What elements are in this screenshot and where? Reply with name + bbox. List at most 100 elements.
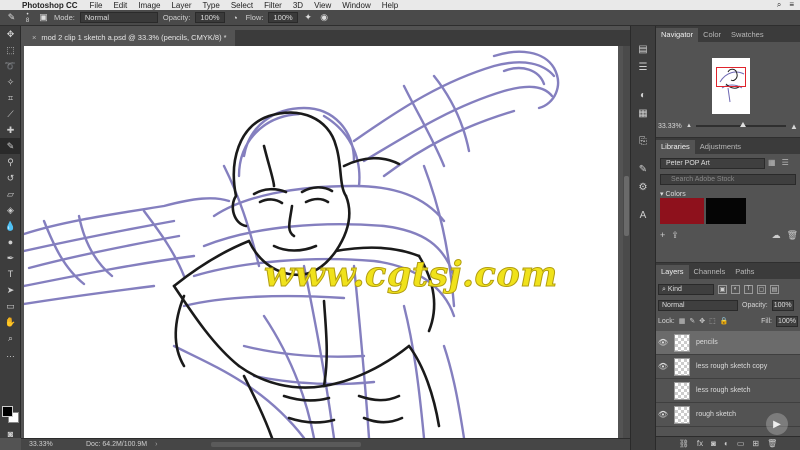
search-icon[interactable]: ⌕ (777, 0, 781, 10)
pressure-opacity-icon[interactable]: ◔ (230, 12, 241, 23)
lock-transparent-icon[interactable]: ▦ (679, 317, 686, 325)
menu-window[interactable]: Window (342, 1, 370, 10)
canvas-area[interactable]: www.cgtsj.com (21, 46, 623, 438)
brush-panel-icon[interactable]: ▣ (38, 12, 49, 23)
filter-type-icon[interactable]: T (744, 284, 753, 294)
zoom-level[interactable]: 33.33% (21, 441, 66, 448)
menu-image[interactable]: Image (138, 1, 160, 10)
opacity-field[interactable]: 100% (195, 12, 225, 23)
menu-filter[interactable]: Filter (264, 1, 282, 10)
tab-adjustments[interactable]: Adjustments (695, 140, 746, 154)
brush-tool-icon[interactable]: ✎ (6, 12, 17, 23)
lock-position-icon[interactable]: ✥ (699, 317, 705, 325)
lock-pixels-icon[interactable]: ✎ (689, 317, 695, 325)
vertical-scrollbar[interactable] (623, 46, 630, 438)
layer-row[interactable]: 👁 pencils (656, 331, 800, 355)
color-swatches[interactable] (2, 406, 20, 424)
lasso-tool-icon[interactable]: ➰ (0, 58, 21, 74)
filter-smart-icon[interactable]: ▤ (770, 284, 779, 294)
horizontal-scrollbar[interactable] (211, 442, 361, 447)
type-tool-icon[interactable]: T (0, 266, 21, 282)
history-brush-tool-icon[interactable]: ↺ (0, 170, 21, 186)
character-panel-icon[interactable]: A (631, 206, 655, 224)
menu-3d[interactable]: 3D (293, 1, 303, 10)
zoom-in-icon[interactable]: ▲ (790, 122, 798, 131)
filter-shape-icon[interactable]: ▢ (757, 284, 766, 294)
menu-view[interactable]: View (314, 1, 331, 10)
trash-icon[interactable]: 🗑 (787, 230, 798, 241)
menu-file[interactable]: File (90, 1, 103, 10)
upload-icon[interactable]: ⇪ (671, 230, 679, 241)
tab-channels[interactable]: Channels (689, 265, 731, 279)
play-button-overlay[interactable]: ▶ (766, 413, 788, 435)
new-layer-icon[interactable]: ⊞ (752, 439, 759, 448)
lock-all-icon[interactable]: 🔒 (720, 317, 729, 325)
brush-presets-icon[interactable]: ⚙ (631, 178, 655, 196)
airbrush-icon[interactable]: ✦ (303, 12, 314, 23)
layer-opacity-field[interactable]: 100% (771, 299, 794, 311)
zoom-out-icon[interactable]: ▲ (686, 123, 692, 129)
brush-tool-icon[interactable]: ✎ (0, 138, 21, 154)
adjustments-panel-icon[interactable]: ◐ (631, 86, 655, 104)
artboard[interactable]: www.cgtsj.com (24, 46, 618, 438)
add-icon[interactable]: + (660, 230, 665, 241)
visibility-eye-icon[interactable]: 👁 (656, 362, 670, 371)
document-tab[interactable]: × mod 2 clip 1 sketch a.psd @ 33.3% (penc… (24, 30, 235, 46)
blend-mode-select[interactable]: Normal (658, 299, 738, 311)
status-menu-arrow[interactable]: › (155, 441, 157, 448)
layer-row[interactable]: less rough sketch (656, 379, 800, 403)
history-panel-icon[interactable]: ▤ (631, 40, 655, 58)
app-menu[interactable]: Photoshop CC (22, 1, 78, 10)
stock-search-input[interactable]: Search Adobe Stock (660, 174, 796, 185)
rectangle-tool-icon[interactable]: ▭ (0, 298, 21, 314)
styles-panel-icon[interactable]: ▦ (631, 104, 655, 122)
visibility-eye-icon[interactable]: 👁 (656, 338, 670, 347)
close-icon[interactable]: × (32, 33, 36, 42)
library-select[interactable]: Peter POP Art (660, 158, 765, 169)
move-tool-icon[interactable]: ✥ (0, 26, 21, 42)
healing-tool-icon[interactable]: ✚ (0, 122, 21, 138)
tab-swatches[interactable]: Swatches (726, 28, 769, 42)
scrollbar-thumb[interactable] (624, 176, 629, 236)
flow-field[interactable]: 100% (268, 12, 298, 23)
link-layers-icon[interactable]: ⛓ (679, 439, 689, 448)
group-icon[interactable]: ▭ (737, 439, 745, 448)
path-selection-tool-icon[interactable]: ➤ (0, 282, 21, 298)
properties-panel-icon[interactable]: ☰ (631, 58, 655, 76)
navigator-zoom-slider[interactable] (695, 122, 786, 127)
layer-filter-kind[interactable]: ⌕ Kind (658, 283, 714, 295)
adjustment-layer-icon[interactable]: ◐ (724, 439, 729, 448)
layer-mask-icon[interactable]: ◙ (711, 439, 716, 448)
zoom-tool-icon[interactable]: ⌕ (0, 330, 21, 346)
magic-wand-tool-icon[interactable]: ✧ (0, 74, 21, 90)
foreground-color-swatch[interactable] (2, 406, 13, 417)
library-color-swatch-black[interactable] (706, 198, 746, 224)
paint-bucket-tool-icon[interactable]: ◈ (0, 202, 21, 218)
visibility-eye-icon[interactable]: 👁 (656, 410, 670, 419)
pen-tool-icon[interactable]: ✒ (0, 250, 21, 266)
layer-fill-field[interactable]: 100% (776, 315, 798, 327)
filter-pixel-icon[interactable]: ▣ (718, 284, 727, 294)
grid-view-icon[interactable]: ▦ (768, 158, 776, 167)
menu-select[interactable]: Select (231, 1, 253, 10)
layer-effects-icon[interactable]: fx (697, 439, 703, 448)
tab-libraries[interactable]: Libraries (656, 140, 695, 154)
tab-paths[interactable]: Paths (730, 265, 759, 279)
menu-layer[interactable]: Layer (171, 1, 191, 10)
navigator-zoom-value[interactable]: 33.33% (656, 123, 686, 130)
delete-layer-icon[interactable]: 🗑 (767, 439, 777, 448)
navigator-view-box[interactable] (716, 67, 746, 87)
menu-edit[interactable]: Edit (113, 1, 127, 10)
filter-adjustment-icon[interactable]: ◐ (731, 284, 740, 294)
quick-mask-icon[interactable]: ◙ (0, 426, 21, 442)
list-icon[interactable]: ≡ (789, 0, 794, 10)
cloud-icon[interactable]: ☁ (772, 230, 781, 241)
tab-color[interactable]: Color (698, 28, 726, 42)
menu-help[interactable]: Help (382, 1, 398, 10)
tab-navigator[interactable]: Navigator (656, 28, 699, 42)
stamp-tool-icon[interactable]: ⚲ (0, 154, 21, 170)
layer-row[interactable]: 👁 less rough sketch copy (656, 355, 800, 379)
dodge-tool-icon[interactable]: ● (0, 234, 21, 250)
colors-heading[interactable]: ▾ Colors (660, 190, 686, 198)
zoom-slider-handle[interactable] (739, 122, 746, 127)
